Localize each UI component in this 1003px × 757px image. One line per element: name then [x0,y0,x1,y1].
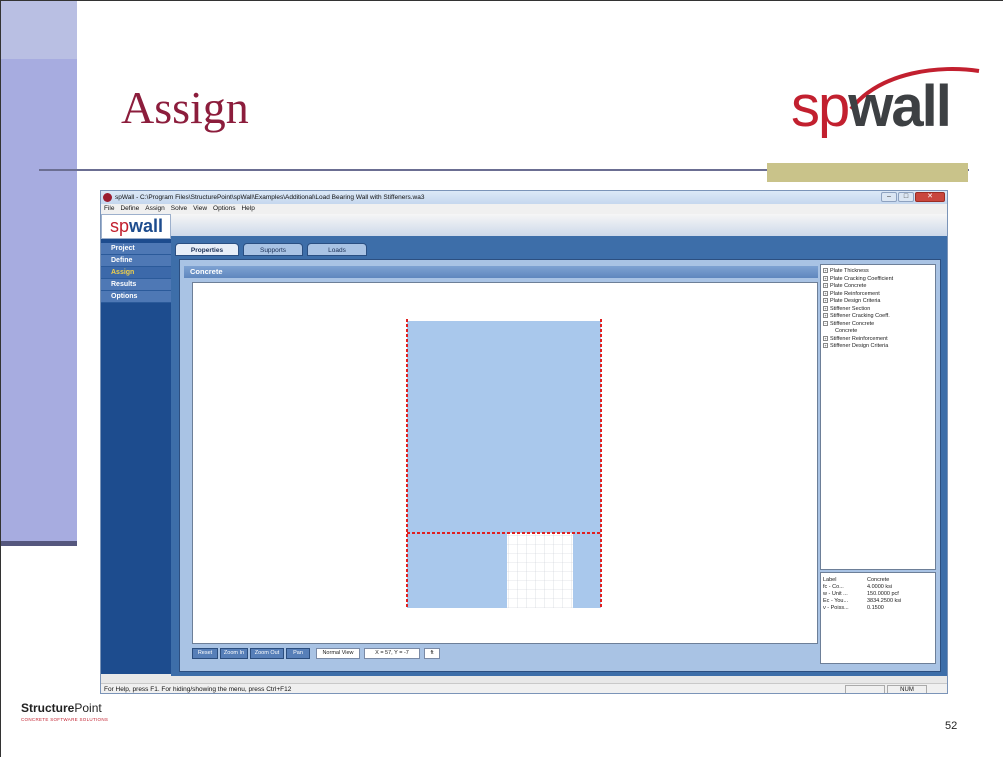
tree-item-plate-reinforcement[interactable]: + Plate Reinforcement [823,291,933,299]
reset-button[interactable]: Reset [192,648,218,659]
tab-loads[interactable]: Loads [307,243,367,256]
properties-panel: Concrete + Plate Thickness + Plate Crack… [179,259,941,672]
status-text: For Help, press F1. For hiding/showing t… [104,686,292,693]
upper-wall-panel [407,321,601,533]
menu-assign[interactable]: Assign [142,204,168,214]
tree-item-stiffener-concrete[interactable]: − Stiffener Concrete [823,321,933,329]
nav-item-options[interactable]: Options [101,291,171,303]
status-cell [845,685,885,693]
footer-logo-bold: Structure [21,701,75,715]
prop-row-w: w - Unit ... 150.0000 pcf [823,591,899,597]
model-canvas[interactable] [192,282,818,644]
prop-row-poisson: ν - Poiss... 0.1500 [823,605,884,611]
decor-side-block [1,59,77,541]
wall-model-drawing [406,319,602,609]
footer-logo-rest: Point [74,701,102,715]
slide-title: Assign [121,82,249,133]
menu-bar: File Define Assign Solve View Options Help [101,204,947,214]
prop-row-label: Label Concrete [823,577,890,583]
window-title: spWall - C:\Program Files\StructurePoint… [115,194,425,201]
expand-icon[interactable]: + [823,343,828,349]
lower-right-panel [573,533,601,608]
spwall-logo: spwall [791,73,952,140]
logo-sp-text: sp [791,74,850,139]
tree-item-plate-concrete[interactable]: + Plate Concrete [823,283,933,291]
nav-logo: spwall [101,214,171,239]
zoom-in-button[interactable]: Zoom In [220,648,248,659]
header-band [171,214,947,236]
num-lock-indicator: NUM [887,685,927,693]
expand-icon[interactable]: + [823,335,828,341]
close-button[interactable]: ✕ [915,192,945,202]
collapse-icon[interactable]: − [823,320,828,326]
menu-file[interactable]: File [101,204,117,214]
properties-tree: + Plate Thickness + Plate Cracking Coeffic… [820,264,936,570]
structurepoint-logo: StructurePoint [21,701,102,715]
tree-item-plate-thickness[interactable]: + Plate Thickness [823,268,933,276]
decor-side-bar [1,541,77,546]
tree-item-stiffener-reinforcement[interactable]: + Stiffener Reinforcement [823,336,933,344]
expand-icon[interactable]: + [823,268,828,274]
tree-item-stiffener-design[interactable]: + Stiffener Design Criteria [823,343,933,351]
view-mode-indicator: Normal View [316,648,360,659]
pan-button[interactable]: Pan [286,648,310,659]
window-titlebar[interactable]: spWall - C:\Program Files\StructurePoint… [101,191,947,204]
tree-item-stiffener-cracking[interactable]: + Stiffener Cracking Coeff. [823,313,933,321]
view-toolbar: Reset Zoom In Zoom Out Pan Normal View X… [192,648,818,660]
footer-tagline: CONCRETE SOFTWARE SOLUTIONS [21,717,109,722]
nav-item-define[interactable]: Define [101,255,171,267]
expand-icon[interactable]: + [823,290,828,296]
nav-item-assign[interactable]: Assign [101,267,171,279]
nav-item-project[interactable]: Project [101,243,171,255]
logo-wall-text: wall [848,74,952,139]
tree-item-concrete[interactable]: Concrete [823,328,933,336]
menu-view[interactable]: View [190,204,210,214]
content-area: Properties Supports Loads Concrete + Pla… [171,236,947,676]
minimize-button[interactable]: – [881,192,897,202]
prop-row-fc: fc - Co... 4.0000 ksi [823,584,893,590]
expand-icon[interactable]: + [823,275,828,281]
menu-define[interactable]: Define [117,204,142,214]
decor-olive-bar [767,163,968,182]
menu-options[interactable]: Options [210,204,238,214]
tab-properties[interactable]: Properties [175,243,239,256]
expand-icon[interactable]: + [823,283,828,289]
zoom-out-button[interactable]: Zoom Out [250,648,284,659]
menu-help[interactable]: Help [238,204,257,214]
expand-icon[interactable]: + [823,298,828,304]
expand-icon[interactable]: + [823,313,828,319]
decor-top-block [1,1,77,59]
nav-logo-sp: sp [110,216,130,236]
slide: Assign spwall spWall - C:\Program Files\… [0,0,1003,757]
menu-solve[interactable]: Solve [168,204,190,214]
property-grid: Label Concrete fc - Co... 4.0000 ksi w - U… [820,572,936,664]
prop-row-ec: Ec - You... 3834.2500 ksi [823,598,902,604]
coordinate-readout: X = 57, Y = -7 [364,648,420,659]
panel-title: Concrete [184,266,818,278]
nav-item-results[interactable]: Results [101,279,171,291]
nav-logo-wall: wall [129,216,164,236]
tree-item-stiffener-section[interactable]: + Stiffener Section [823,306,933,314]
unit-indicator: ft [424,648,440,659]
tree-item-plate-design[interactable]: + Plate Design Criteria [823,298,933,306]
app-icon[interactable] [103,193,112,202]
status-bar: For Help, press F1. For hiding/showing t… [101,683,947,693]
nav-list: Project Define Assign Results Options [101,243,171,303]
lower-left-panel [407,533,507,608]
mesh-panel [507,533,573,608]
tree-item-plate-cracking[interactable]: + Plate Cracking Coefficient [823,276,933,284]
app-window: spWall - C:\Program Files\StructurePoint… [100,190,948,694]
tab-supports[interactable]: Supports [243,243,303,256]
slide-number: 52 [945,720,958,732]
maximize-button[interactable]: □ [898,192,914,202]
expand-icon[interactable]: + [823,305,828,311]
